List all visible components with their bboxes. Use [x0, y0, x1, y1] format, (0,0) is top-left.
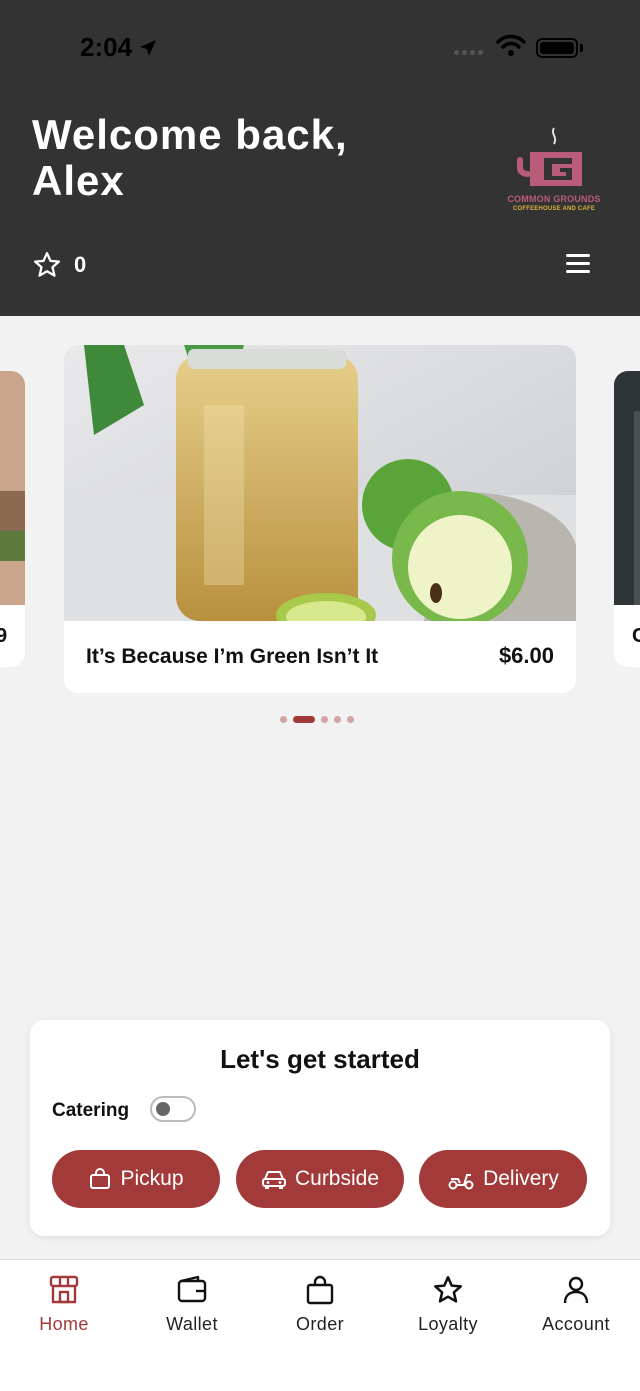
- tab-loyalty[interactable]: Loyalty: [384, 1272, 512, 1335]
- store-icon: [49, 1275, 79, 1304]
- menu-line-icon: [566, 254, 590, 257]
- tab-loyalty-label: Loyalty: [418, 1314, 478, 1334]
- logo-name: COMMON GROUNDS: [507, 194, 601, 204]
- wallet-icon: [177, 1275, 207, 1303]
- menu-line-icon: [566, 270, 590, 273]
- hamburger-menu-button[interactable]: [566, 254, 598, 278]
- previous-item-text: 9: [0, 625, 8, 647]
- curbside-button[interactable]: Curbside: [236, 1150, 404, 1208]
- catering-label: Catering: [52, 1100, 130, 1121]
- wifi-icon: [496, 34, 526, 56]
- scooter-icon: [448, 1174, 474, 1190]
- brand-logo: COMMON GROUNDS COFFEEHOUSE AND CAFE: [496, 124, 612, 220]
- carousel-dot-3[interactable]: [321, 716, 328, 723]
- tab-wallet[interactable]: Wallet: [128, 1272, 256, 1335]
- welcome-heading: Welcome back, Alex: [32, 112, 348, 204]
- tab-home-label: Home: [39, 1314, 89, 1334]
- location-arrow-icon: [140, 39, 157, 56]
- tab-order[interactable]: Order: [256, 1272, 384, 1335]
- carousel-dot-4[interactable]: [334, 716, 341, 723]
- star-icon: [434, 1276, 462, 1303]
- get-started-title: Let's get started: [220, 1044, 420, 1074]
- loyalty-points[interactable]: 0: [32, 250, 86, 280]
- delivery-button[interactable]: Delivery: [419, 1150, 587, 1208]
- carousel-card-previous[interactable]: 9: [0, 371, 25, 667]
- item-price: $6.00: [498, 643, 554, 668]
- welcome-user-name: Alex: [32, 157, 125, 204]
- tab-order-label: Order: [295, 1314, 344, 1334]
- tab-account[interactable]: Account: [512, 1272, 640, 1335]
- cell-signal-icon: [454, 50, 483, 55]
- logo-subtitle: COFFEEHOUSE AND CAFE: [512, 206, 596, 212]
- status-time: 2:04: [80, 32, 158, 63]
- delivery-label: Delivery: [483, 1167, 559, 1190]
- bag-icon: [306, 1275, 334, 1305]
- get-started-card: Let's get started Catering Pickup Curbsi…: [30, 1020, 610, 1236]
- previous-item-image: [0, 371, 25, 605]
- drink-image: [64, 345, 576, 621]
- pickup-button[interactable]: Pickup: [52, 1150, 220, 1208]
- pickup-label: Pickup: [120, 1167, 184, 1190]
- curbside-label: Curbside: [294, 1167, 380, 1190]
- battery-tip: [580, 44, 583, 52]
- carousel-dot-1[interactable]: [280, 716, 287, 723]
- carousel-card-current[interactable]: It’s Because I’m Green Isn’t It $6.00: [64, 345, 576, 693]
- bottom-tab-bar: Home Wallet Order Loyalty Account: [0, 1259, 640, 1391]
- carousel-pagination: [280, 716, 354, 723]
- status-bar: 2:04: [0, 0, 640, 90]
- points-count: 0: [74, 252, 87, 277]
- battery-icon: [536, 38, 578, 58]
- star-outline-icon: [34, 252, 60, 277]
- person-icon: [563, 1276, 589, 1304]
- shopping-bag-icon: [90, 1168, 111, 1189]
- app-header: 2:04 Welcome back, Alex COMMON GROUNDS C…: [0, 0, 640, 316]
- tab-wallet-label: Wallet: [166, 1314, 218, 1334]
- welcome-line-1: Welcome back,: [32, 111, 348, 158]
- menu-line-icon: [566, 262, 590, 265]
- next-item-image: [614, 371, 640, 605]
- catering-toggle[interactable]: [150, 1096, 196, 1122]
- toggle-knob: [156, 1102, 170, 1116]
- coffee-cup-logo-icon: [517, 127, 582, 186]
- tab-home[interactable]: Home: [0, 1272, 128, 1335]
- tab-account-label: Account: [542, 1314, 610, 1334]
- item-title: It’s Because I’m Green Isn’t It: [86, 645, 379, 668]
- carousel-card-next[interactable]: C: [614, 371, 640, 667]
- carousel-dot-5[interactable]: [347, 716, 354, 723]
- carousel-dot-2-active[interactable]: [293, 716, 315, 723]
- featured-carousel[interactable]: 9 It’s Because I’m Green Isn’t It $6.00 …: [0, 330, 640, 730]
- status-time-text: 2:04: [80, 32, 133, 62]
- next-item-text: C: [632, 625, 640, 647]
- car-icon: [261, 1171, 286, 1189]
